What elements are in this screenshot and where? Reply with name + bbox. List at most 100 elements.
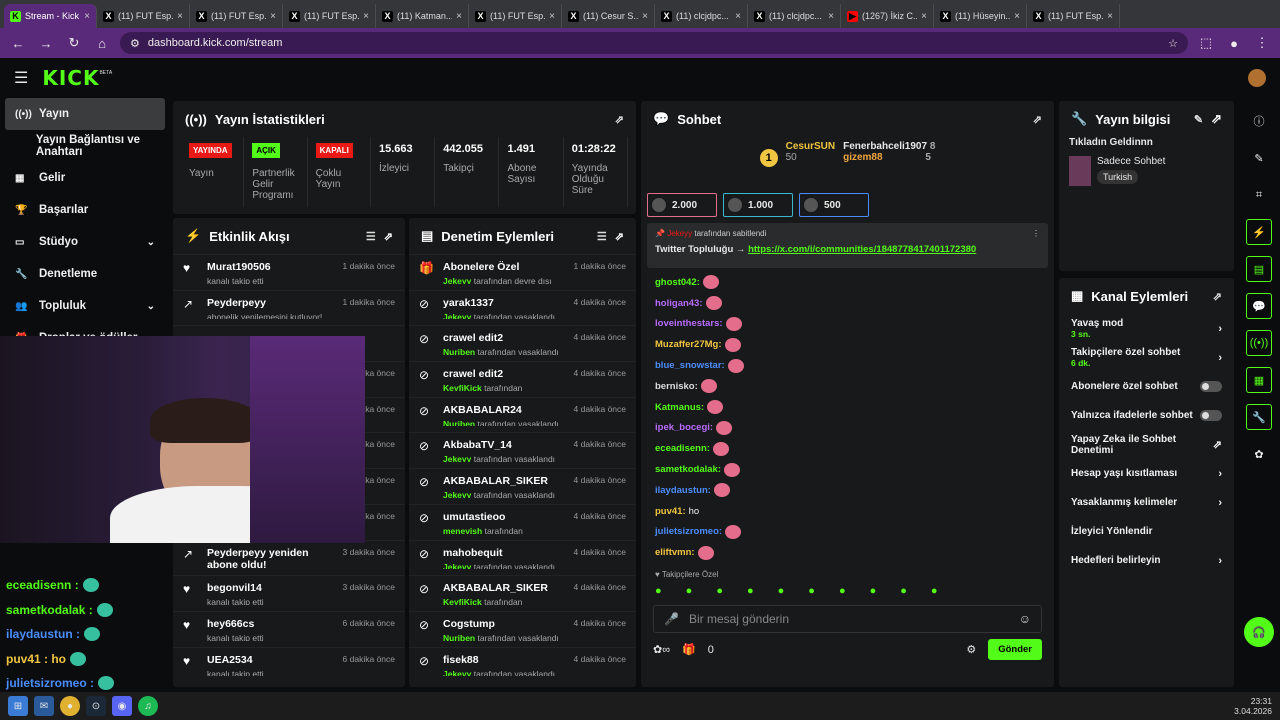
points-icon[interactable]: ✿∞ <box>653 643 670 656</box>
moderation-row[interactable]: ⊘ AKBABALAR24 Nuriben tarafından yasakland… <box>409 396 636 433</box>
sidebar-item[interactable]: 🏆 Başarılar <box>5 194 165 226</box>
popout-icon[interactable]: ⇗ <box>384 230 393 243</box>
filter-icon[interactable]: ☰ <box>597 230 607 243</box>
close-icon[interactable]: × <box>921 11 927 22</box>
moderation-row[interactable]: ⊘ yarak1337 Jekeyy tarafından yasaklandı 4 … <box>409 289 636 326</box>
channel-action[interactable]: Yalnızca ifadelerle sohbet <box>1059 401 1234 430</box>
mic-icon[interactable]: 🎤 <box>664 612 679 626</box>
browser-tab[interactable]: X (11) clcjdpc... × <box>655 4 748 28</box>
hamburger-icon[interactable]: ☰ <box>14 68 28 88</box>
support-icon[interactable]: 🎧 <box>1244 617 1274 647</box>
chevron-down-icon[interactable]: ⌄ <box>147 237 155 248</box>
popout-icon[interactable]: ⇗ <box>1213 290 1222 303</box>
chevron-right-icon[interactable]: › <box>1218 323 1222 335</box>
gift-chip[interactable]: 1.000 <box>723 193 793 217</box>
chat-username[interactable]: ilaydaustun: <box>655 485 711 496</box>
settings-icon[interactable]: ⚙ <box>966 643 976 656</box>
browser-tab[interactable]: ▶ (1267) İkiz C... × <box>841 4 934 28</box>
chat-username[interactable]: puv41: <box>655 506 686 517</box>
lightning-icon[interactable]: ⚡ <box>1246 219 1272 245</box>
crop-icon[interactable]: ⌗ <box>1246 182 1272 208</box>
toggle-switch[interactable] <box>1200 410 1222 421</box>
browser-tab[interactable]: X (11) FUT Esp... × <box>283 4 376 28</box>
chat-username[interactable]: loveinthestars: <box>655 318 723 329</box>
close-icon[interactable]: × <box>549 11 555 22</box>
spotify-icon[interactable]: ♫ <box>138 696 158 716</box>
chevron-right-icon[interactable]: › <box>1218 555 1222 567</box>
browser-tab[interactable]: X (11) FUT Esp... × <box>469 4 562 28</box>
browser-tab[interactable]: X (11) Hüseyin... × <box>934 4 1027 28</box>
chat-username[interactable]: bernisko: <box>655 381 698 392</box>
discord-icon[interactable]: ◉ <box>112 696 132 716</box>
browser-tab[interactable]: K Stream - Kick × <box>4 4 97 28</box>
more-icon[interactable]: ⋮ <box>1032 229 1040 238</box>
emote[interactable]: ● <box>778 585 785 597</box>
emote[interactable]: ● <box>655 585 662 597</box>
channel-action[interactable]: Hesap yaşı kısıtlaması › <box>1059 459 1234 488</box>
bookmark-star-icon[interactable]: ☆ <box>1168 37 1178 50</box>
chat-username[interactable]: Katmanus: <box>655 402 704 413</box>
chat-username[interactable]: eliftvmn: <box>655 547 695 558</box>
emote[interactable]: ● <box>686 585 693 597</box>
emote[interactable]: ● <box>900 585 907 597</box>
browser-tab[interactable]: X (11) FUT Esp... × <box>190 4 283 28</box>
close-icon[interactable]: × <box>735 11 741 22</box>
moderation-row[interactable]: ⊘ AKBABALAR_SIKER Jekeyy tarafından yasakl… <box>409 468 636 504</box>
chat-username[interactable]: ghost042: <box>655 277 700 288</box>
emote[interactable]: ● <box>931 585 938 597</box>
moderation-row[interactable]: ⊘umutastieoomenevish tarafından yasaklan… <box>409 503 636 540</box>
chat-username[interactable]: ipek_bocegi: <box>655 422 713 433</box>
moderation-row[interactable]: ⊘ Cogstump Nuriben tarafından yasaklandı 4 … <box>409 610 636 647</box>
sidebar-item[interactable]: ▭ Stüdyo ⌄ <box>5 226 165 258</box>
user-avatar[interactable] <box>1248 69 1266 87</box>
chevron-down-icon[interactable]: ⌄ <box>147 301 155 312</box>
channel-action[interactable]: Abonelere özel sohbet <box>1059 372 1234 401</box>
browser-tab[interactable]: X (11) Cesur S... × <box>562 4 655 28</box>
chevron-right-icon[interactable]: › <box>1218 468 1222 480</box>
start-icon[interactable]: ⊞ <box>8 696 28 716</box>
url-field[interactable]: ⚙ dashboard.kick.com/stream ☆ <box>120 32 1188 54</box>
tag-chip[interactable]: Turkish <box>1097 170 1139 184</box>
document-icon[interactable]: ▤ <box>1246 256 1272 282</box>
activity-row[interactable]: ♥ hey666cs kanalı takip etti 6 dakika önce <box>173 610 405 647</box>
gift-chip[interactable]: 500 <box>799 193 869 217</box>
send-button[interactable]: Gönder <box>988 639 1042 660</box>
channel-action[interactable]: Yasaklanmış kelimeler › <box>1059 488 1234 517</box>
broadcast-icon[interactable]: ((•)) <box>1246 330 1272 356</box>
chat-username[interactable]: blue_snowstar: <box>655 360 725 371</box>
chrome-icon[interactable]: ● <box>60 696 80 716</box>
kick-logo[interactable]: KICK <box>42 66 99 90</box>
chat-icon[interactable]: 💬 <box>1246 293 1272 319</box>
browser-tab[interactable]: X (11) clcjdpc... × <box>748 4 841 28</box>
chat-username[interactable]: eceadisenn: <box>655 443 710 454</box>
chevron-right-icon[interactable]: › <box>1218 497 1222 509</box>
channel-action[interactable]: Takipçilere özel sohbet 6 dk. › <box>1059 343 1234 372</box>
home-icon[interactable]: ⌂ <box>92 36 112 51</box>
site-info-icon[interactable]: ⚙ <box>130 37 140 50</box>
filter-icon[interactable]: ☰ <box>366 230 376 243</box>
moderation-row[interactable]: ⊘crawel edit2KeyfiKick tarafından yasakl… <box>409 361 636 397</box>
moderation-row[interactable]: 🎁 Abonelere Özel Jekeyy tarafından devre d… <box>409 254 636 290</box>
close-icon[interactable]: × <box>1014 11 1020 22</box>
channel-icon[interactable]: ▦ <box>1246 367 1272 393</box>
moderation-row[interactable]: ⊘ crawel edit2 Nuriben tarafından yasaklan… <box>409 325 636 361</box>
moderation-row[interactable]: ⊘ AkbabaTV_14 Jekeyy tarafından yasaklandı… <box>409 432 636 468</box>
close-icon[interactable]: × <box>456 11 462 22</box>
close-icon[interactable]: × <box>1107 11 1113 22</box>
activity-row[interactable]: ♥ UEA2534 kanalı takip etti 6 dakika önce <box>173 646 405 683</box>
chat-username[interactable]: Muzaffer27Mg: <box>655 339 722 350</box>
close-icon[interactable]: × <box>177 11 183 22</box>
sidebar-item[interactable]: 👥 Topluluk ⌄ <box>5 290 165 322</box>
popout-icon[interactable]: ⇗ <box>615 230 624 243</box>
channel-action[interactable]: Yapay Zeka ile Sohbet Denetimi ⇗ <box>1059 430 1234 459</box>
close-icon[interactable]: × <box>828 11 834 22</box>
sidebar-item[interactable]: 🔧 Denetleme <box>5 258 165 290</box>
moderation-row[interactable]: ⊘AKBABALAR_SIKERKeyfiKick tarafından yas… <box>409 575 636 611</box>
moderation-row[interactable]: ⊘ fisek88 Jekeyy tarafından yasaklandı 4 da… <box>409 646 636 683</box>
close-icon[interactable]: × <box>84 11 90 22</box>
channel-action[interactable]: Yavaş mod 3 sn. › <box>1059 314 1234 343</box>
browser-tab[interactable]: X (11) FUT Esp... × <box>1027 4 1120 28</box>
profile-avatar[interactable]: ● <box>1224 36 1244 51</box>
wrench-icon[interactable]: 🔧 <box>1246 404 1272 430</box>
emote[interactable]: ● <box>747 585 754 597</box>
